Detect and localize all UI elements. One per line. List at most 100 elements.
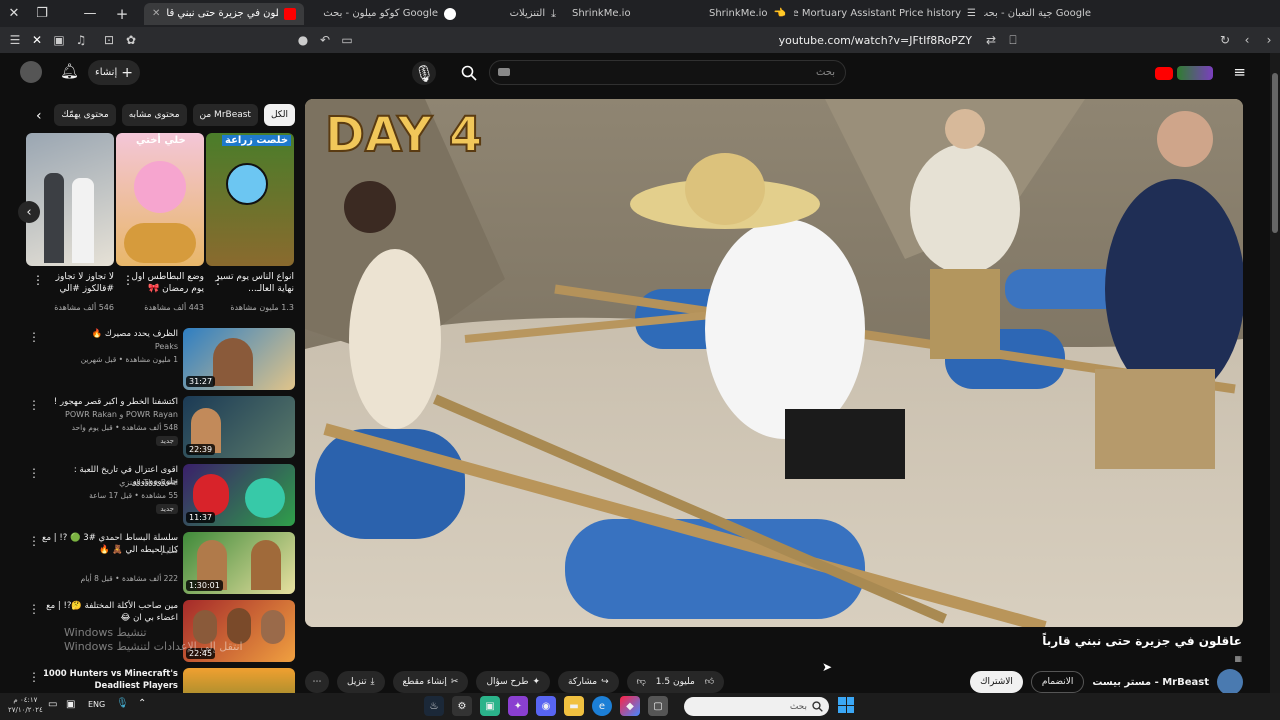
create-button[interactable]: إنشاء + [88,60,140,85]
back-icon[interactable]: ‹ [1236,29,1258,51]
forward-icon[interactable]: › [1258,29,1280,51]
channel-name[interactable]: سليم [161,546,178,555]
channel-name[interactable]: The Real العنزي [119,478,178,487]
close-tab-icon[interactable]: ✕ [152,8,160,19]
list-item[interactable]: ⋮ 1000 Hunters vs Minecraft's Deadliest … [26,668,296,693]
video-thumbnail[interactable] [183,668,295,693]
back-page-icon[interactable]: ↶ [314,29,336,51]
copilot-icon[interactable]: ◆ [620,696,640,716]
extension-badge-icon[interactable]: ● [292,29,314,51]
video-title[interactable]: مين صاحب الأكلة المختلفة 🤔?! | مع اعضاء … [32,600,178,624]
mic-tray-icon[interactable]: 🎙︎ [116,698,129,709]
avatar[interactable] [20,61,42,83]
close-window-icon[interactable]: ✕ [0,0,28,27]
clip-button[interactable]: إنشاء مقطع ✂ [392,671,469,693]
page-scrollbar[interactable] [1270,53,1280,693]
purple-app-icon[interactable]: ✦ [508,696,528,716]
channel-name[interactable]: MrBeast - مستر بيست [1092,677,1209,688]
chips-next-icon[interactable]: ‹ [36,108,42,124]
shorts-prev-button[interactable]: ‹ [18,201,40,223]
chip-from-channel[interactable]: من MrBeast [192,104,258,126]
video-title[interactable]: 1000 Hunters vs Minecraft's Deadliest Pl… [32,668,178,692]
channel-avatar[interactable] [1217,669,1243,695]
tab-shrinkme-1[interactable]: ShrinkMe.io [564,3,674,25]
windows-start-icon[interactable] [838,697,854,713]
chip-all[interactable]: الكل [263,104,295,126]
notifications-icon[interactable]: 🔔︎ [60,62,79,80]
like-icon[interactable]: 👍︎ [705,677,714,687]
restore-window-icon[interactable]: ❐ [28,0,56,27]
scrollbar-thumb[interactable] [1272,73,1278,233]
tab-downloads[interactable]: التنزيلات ⤓ [464,3,564,25]
list-item[interactable]: ⋮ الظرف يحدد مصيرك 🔥 Peaks 1 مليون مشاهد… [26,328,296,390]
screenshot-icon[interactable]: ⊡ [98,29,120,51]
tab-youtube[interactable]: ✕ عاقلون في جزيرة حتى نبني قا… [144,2,304,25]
more-actions-button[interactable]: ⋯ [305,671,329,693]
settings-app-icon[interactable]: ⚙ [452,696,472,716]
list-item[interactable]: ⋮ اكتشفنا الخطر و اكبر قصر مهجور ! POWR … [26,396,296,458]
steam-app-icon[interactable]: ♨ [424,696,444,716]
new-tab-button[interactable]: + [108,0,136,27]
short-thumbnail[interactable]: خلصت زراعة [206,133,294,266]
music-icon[interactable]: ♫ [70,29,92,51]
video-thumbnail[interactable]: 31:27 [183,328,295,390]
discord-app-icon[interactable]: ◉ [536,696,556,716]
sidebar-icon[interactable]: ▣ [48,29,70,51]
green-app-icon[interactable]: ▣ [480,696,500,716]
menu-icon[interactable]: ☰ [4,29,26,51]
tab-shrinkme-2[interactable]: ShrinkMe.io 👈 [674,3,794,25]
video-title[interactable]: سلسلة البساط احمدي #3 🟢 ?! | مع كل الحيط… [32,532,178,556]
download-button[interactable]: تنزيل ⤓ [337,671,385,693]
taskbar-search-input[interactable]: بحث [684,697,829,716]
notification-tray-icon[interactable]: ▭ [48,699,57,710]
site-settings-icon[interactable]: ⇄ [980,29,1002,51]
join-button[interactable]: الانضمام [1030,671,1085,693]
video-meta: 55 مشاهدة • قبل 17 ساعة [89,491,178,500]
short-thumbnail[interactable] [26,133,114,266]
search-button[interactable] [451,60,487,85]
x-extension-icon[interactable]: ✕ [26,29,48,51]
hamburger-menu-icon[interactable]: ≡ [1233,63,1246,81]
ask-button[interactable]: طرح سؤال ✦ [476,671,551,693]
chip-recommended[interactable]: محتوى يهمّك [54,104,116,126]
file-explorer-icon[interactable]: ▬ [564,696,584,716]
extensions-icon[interactable]: ✿ [120,29,142,51]
tab-mortuary[interactable]: The Mortuary Assistant Price history ☰ [794,3,984,25]
short-menu-icon[interactable]: ⋮ [122,273,134,287]
tab-google-snake[interactable]: جية التعبان - بحث Google [984,3,1099,25]
video-thumbnail[interactable]: 22:39 [183,396,295,458]
keyboard-icon[interactable] [498,68,510,76]
channel-name[interactable]: Peaks [155,342,178,351]
taskbar-search-placeholder: بحث [789,701,807,712]
list-item[interactable]: ⋮ سلسلة البساط احمدي #3 🟢 ?! | مع كل الح… [26,532,296,594]
clock[interactable]: ٠٤:١٧ م ٢٧/١٠/٢٠٢٤ [8,695,43,715]
tab-google-koko[interactable]: كوكو ميلون - بحث Google [304,3,464,25]
video-title[interactable]: اكتشفنا الخطر و اكبر قصر مهجور ! [32,396,178,408]
video-title[interactable]: الظرف يحدد مصيرك 🔥 [32,328,178,340]
search-input[interactable]: بحث [489,60,846,85]
video-thumbnail[interactable]: 1:30:01 [183,532,295,594]
dislike-icon[interactable]: 👎︎ [637,677,646,687]
youtube-logo[interactable] [1155,63,1215,83]
reload-icon[interactable]: ↻ [1214,29,1236,51]
short-menu-icon[interactable]: ⋮ [32,273,44,287]
list-item[interactable]: ⋮ اقوى اعتزال في تاريخ اللعبة : جلوووووو… [26,464,296,526]
reader-icon[interactable]: ▭ [336,29,358,51]
short-menu-icon[interactable]: ⋮ [212,273,224,287]
chip-related[interactable]: محتوى مشابه [121,104,187,126]
language-indicator[interactable]: ENG [88,700,105,709]
voice-search-icon[interactable]: 🎙︎ [412,61,436,85]
share-button[interactable]: مشاركة ↪ [558,671,619,693]
task-view-icon[interactable]: ▢ [648,696,668,716]
bookmark-icon[interactable]: ⎕ [1002,29,1024,51]
subscribe-button[interactable]: الاشتراك [970,671,1023,693]
url-field[interactable]: youtube.com/watch?v=JFtIf8RoPZY [358,34,980,47]
tray-overflow-icon[interactable]: ⌃ [138,698,146,709]
short-thumbnail[interactable]: خلي أختي [116,133,204,266]
video-thumbnail[interactable]: 11:37 [183,464,295,526]
channel-name[interactable]: POWR Rayan و POWR Rakan [65,410,178,419]
network-icon[interactable]: ▣ [66,699,75,710]
video-player[interactable]: DAY 4 [305,99,1243,627]
minimize-window-icon[interactable]: — [76,0,104,27]
edge-browser-icon[interactable]: e [592,696,612,716]
